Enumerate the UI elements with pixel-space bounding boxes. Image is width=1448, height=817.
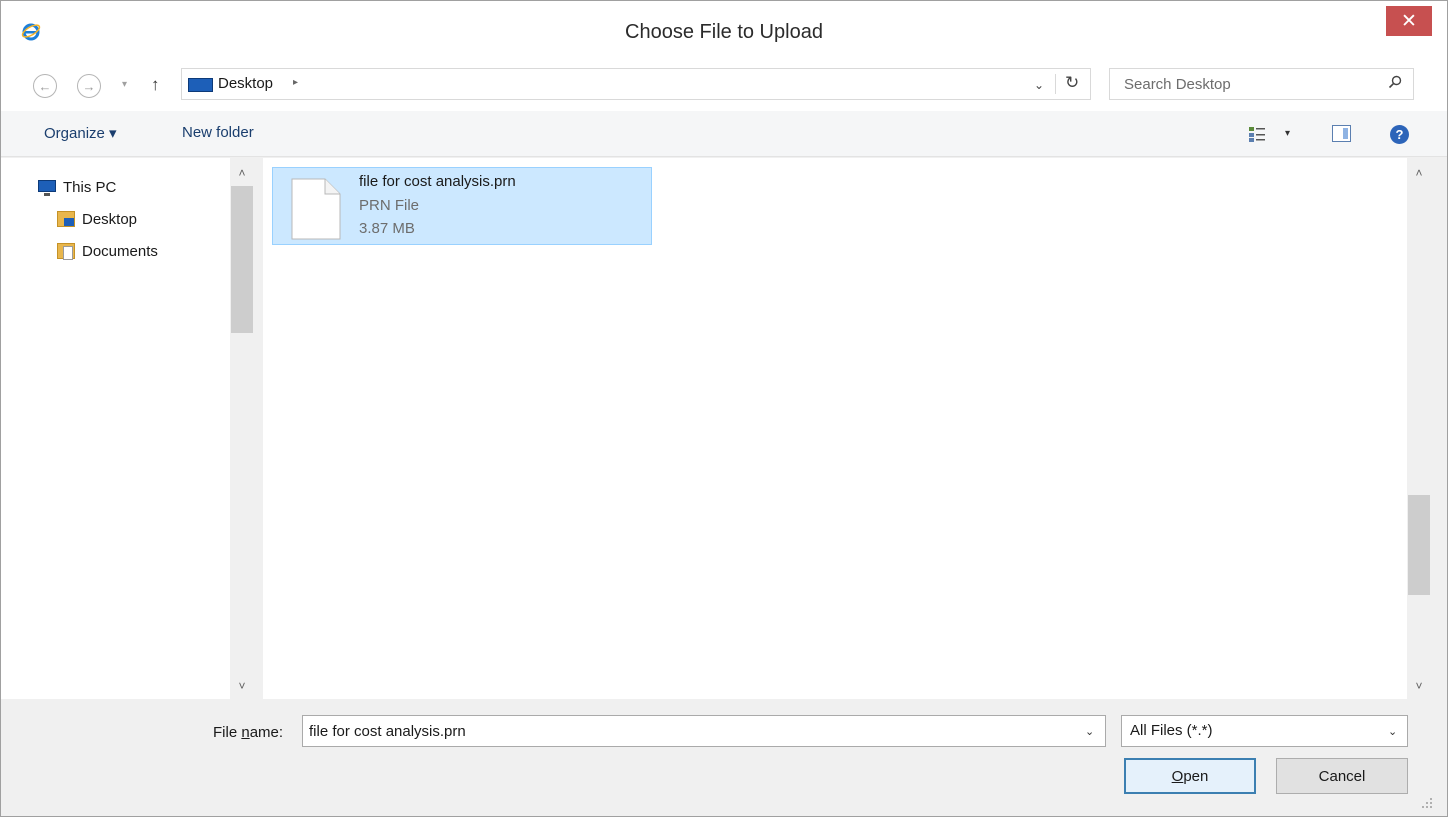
- file-list-scrollbar[interactable]: ˄ ˅: [1407, 158, 1431, 699]
- search-icon: [1388, 75, 1402, 89]
- preview-pane-icon[interactable]: [1332, 125, 1351, 142]
- address-bar[interactable]: Desktop ▸ ⌄ ↻: [181, 68, 1091, 100]
- help-icon[interactable]: ?: [1390, 125, 1409, 144]
- resize-grip-icon[interactable]: [1421, 797, 1433, 809]
- new-folder-button[interactable]: New folder: [182, 124, 254, 141]
- chevron-down-icon[interactable]: ⌄: [1085, 725, 1094, 738]
- window-title: Choose File to Upload: [625, 21, 823, 43]
- chevron-down-icon: ▾: [122, 79, 128, 90]
- desktop-icon: [188, 78, 213, 92]
- up-button[interactable]: ↑: [151, 75, 160, 95]
- title-bar: Choose File to Upload ✕: [1, 1, 1447, 61]
- organize-button[interactable]: Organize ▾: [44, 124, 117, 142]
- file-size: 3.87 MB: [359, 220, 415, 237]
- dialog-footer: File name: ⌄ All Files (*.*) ⌄ Open Canc…: [1, 699, 1447, 816]
- file-name-label: File name:: [213, 724, 283, 741]
- file-type: PRN File: [359, 197, 420, 214]
- address-dropdown-icon[interactable]: ⌄: [1034, 78, 1044, 92]
- command-toolbar: Organize ▾ New folder ▾ ?: [1, 111, 1447, 157]
- chevron-down-icon[interactable]: ⌄: [1388, 725, 1397, 738]
- navigation-pane-scrollbar[interactable]: ˄ ˅: [230, 158, 254, 699]
- file-name-label-accelerator: n: [241, 724, 250, 741]
- navigation-bar: ← → ▾ ↑ Desktop ▸ ⌄ ↻: [1, 61, 1447, 111]
- file-name-label-suffix: ame:: [249, 724, 284, 741]
- change-view-icon[interactable]: [1249, 126, 1265, 142]
- navigation-pane-scroll-thumb[interactable]: [231, 186, 253, 333]
- search-input[interactable]: [1110, 69, 1380, 99]
- sidebar-item-desktop[interactable]: Desktop: [57, 208, 137, 230]
- forward-button[interactable]: →: [77, 74, 101, 98]
- file-name-input[interactable]: [303, 716, 1073, 746]
- back-button[interactable]: ←: [33, 74, 57, 98]
- open-label-accelerator: O: [1171, 767, 1184, 785]
- close-button[interactable]: ✕: [1386, 6, 1432, 36]
- sidebar-item-label: This PC: [63, 178, 117, 196]
- back-arrow-icon: ←: [38, 78, 52, 94]
- search-box[interactable]: [1109, 68, 1414, 100]
- file-name-combobox[interactable]: ⌄: [302, 715, 1106, 747]
- documents-folder-icon: [57, 243, 75, 260]
- sidebar-item-this-pc[interactable]: This PC: [38, 176, 116, 198]
- file-item[interactable]: file for cost analysis.prn PRN File 3.87…: [272, 167, 652, 245]
- forward-arrow-icon: →: [82, 78, 96, 94]
- view-options-chevron-icon[interactable]: ▾: [1285, 128, 1290, 139]
- scroll-up-icon[interactable]: ˄: [1407, 162, 1431, 184]
- close-icon: ✕: [1401, 10, 1417, 32]
- open-button[interactable]: Open: [1124, 758, 1256, 794]
- file-upload-dialog: Choose File to Upload ✕ ← → ▾ ↑ Desktop …: [0, 0, 1448, 817]
- refresh-icon: ↻: [1065, 73, 1080, 92]
- scroll-up-icon[interactable]: ˄: [230, 162, 254, 184]
- up-arrow-icon: ↑: [151, 75, 160, 94]
- breadcrumb-chevron-icon[interactable]: ▸: [293, 77, 298, 88]
- scroll-down-icon[interactable]: ˅: [1407, 675, 1431, 697]
- sidebar-item-documents[interactable]: Documents: [57, 240, 158, 262]
- open-label-rest: pen: [1183, 767, 1209, 785]
- address-divider: [1055, 74, 1056, 94]
- file-type-filter[interactable]: All Files (*.*) ⌄: [1121, 715, 1408, 747]
- navigation-pane: This PC Desktop Documents: [1, 158, 254, 699]
- file-type-filter-value: All Files (*.*): [1130, 722, 1213, 739]
- generic-file-icon: [291, 178, 341, 240]
- refresh-button[interactable]: ↻: [1065, 73, 1079, 93]
- sidebar-item-label: Desktop: [82, 210, 138, 228]
- computer-icon: [38, 180, 56, 196]
- breadcrumb-desktop[interactable]: Desktop: [218, 75, 273, 92]
- file-list: file for cost analysis.prn PRN File 3.87…: [263, 158, 1407, 699]
- scroll-down-icon[interactable]: ˅: [230, 675, 254, 697]
- sidebar-item-label: Documents: [82, 242, 158, 260]
- file-name-label-prefix: File: [213, 724, 242, 741]
- desktop-folder-icon: [57, 211, 75, 227]
- file-name: file for cost analysis.prn: [359, 173, 516, 190]
- cancel-button[interactable]: Cancel: [1276, 758, 1408, 794]
- file-list-scroll-thumb[interactable]: [1408, 495, 1430, 595]
- recent-locations-button[interactable]: ▾: [122, 79, 127, 90]
